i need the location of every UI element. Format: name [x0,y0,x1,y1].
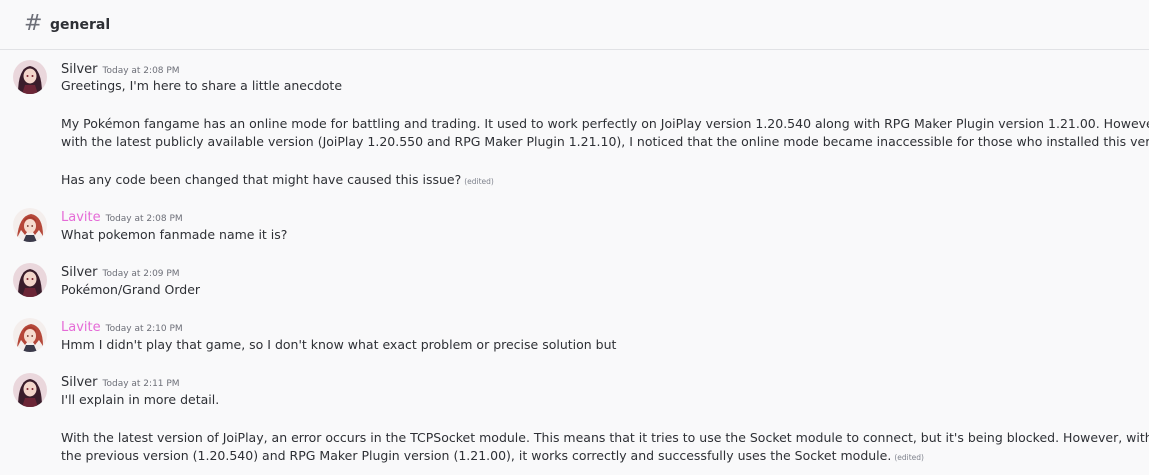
author-name[interactable]: Silver [61,62,98,77]
message-text: My Pokémon fangame has an online mode fo… [61,116,1149,131]
channel-header: # general [0,0,1149,50]
channel-name: general [50,17,111,33]
avatar-lavite[interactable] [13,208,47,242]
message-header: Lavite Today at 2:10 PM [61,318,183,337]
author-name[interactable]: Lavite [61,210,101,225]
message-text-line: the previous version (1.20.540) and RPG … [61,447,924,467]
message-text: Pokémon/Grand Order [61,282,201,297]
timestamp: Today at 2:10 PM [105,324,183,334]
avatar-lavite[interactable] [13,318,47,352]
timestamp: Today at 2:09 PM [102,269,180,279]
message-text: What pokemon fanmade name it is? [61,227,288,242]
message-text: with the latest publicly available versi… [61,134,1149,149]
message-text: Hmm I didn't play that game, so I don't … [61,337,617,352]
avatar-silver[interactable] [13,60,47,94]
timestamp: Today at 2:08 PM [105,214,183,224]
message-text: Greetings, I'm here to share a little an… [61,78,343,93]
avatar-silver[interactable] [13,373,47,407]
message-text-line: Has any code been changed that might hav… [61,171,494,191]
hashtag-icon: # [24,11,43,36]
author-name[interactable]: Silver [61,265,98,280]
message-text: Has any code been changed that might hav… [61,172,462,187]
edited-label: (edited) [894,453,924,462]
author-name[interactable]: Silver [61,375,98,390]
edited-label: (edited) [464,177,494,186]
message-text: I'll explain in more detail. [61,392,220,407]
message-header: Silver Today at 2:11 PM [61,373,180,392]
author-name[interactable]: Lavite [61,320,101,335]
avatar-silver[interactable] [13,263,47,297]
message-text: the previous version (1.20.540) and RPG … [61,448,892,463]
message-text: With the latest version of JoiPlay, an e… [61,430,1149,445]
message-header: Lavite Today at 2:08 PM [61,208,183,227]
timestamp: Today at 2:08 PM [102,66,180,76]
message-header: Silver Today at 2:09 PM [61,263,180,282]
timestamp: Today at 2:11 PM [102,379,180,389]
